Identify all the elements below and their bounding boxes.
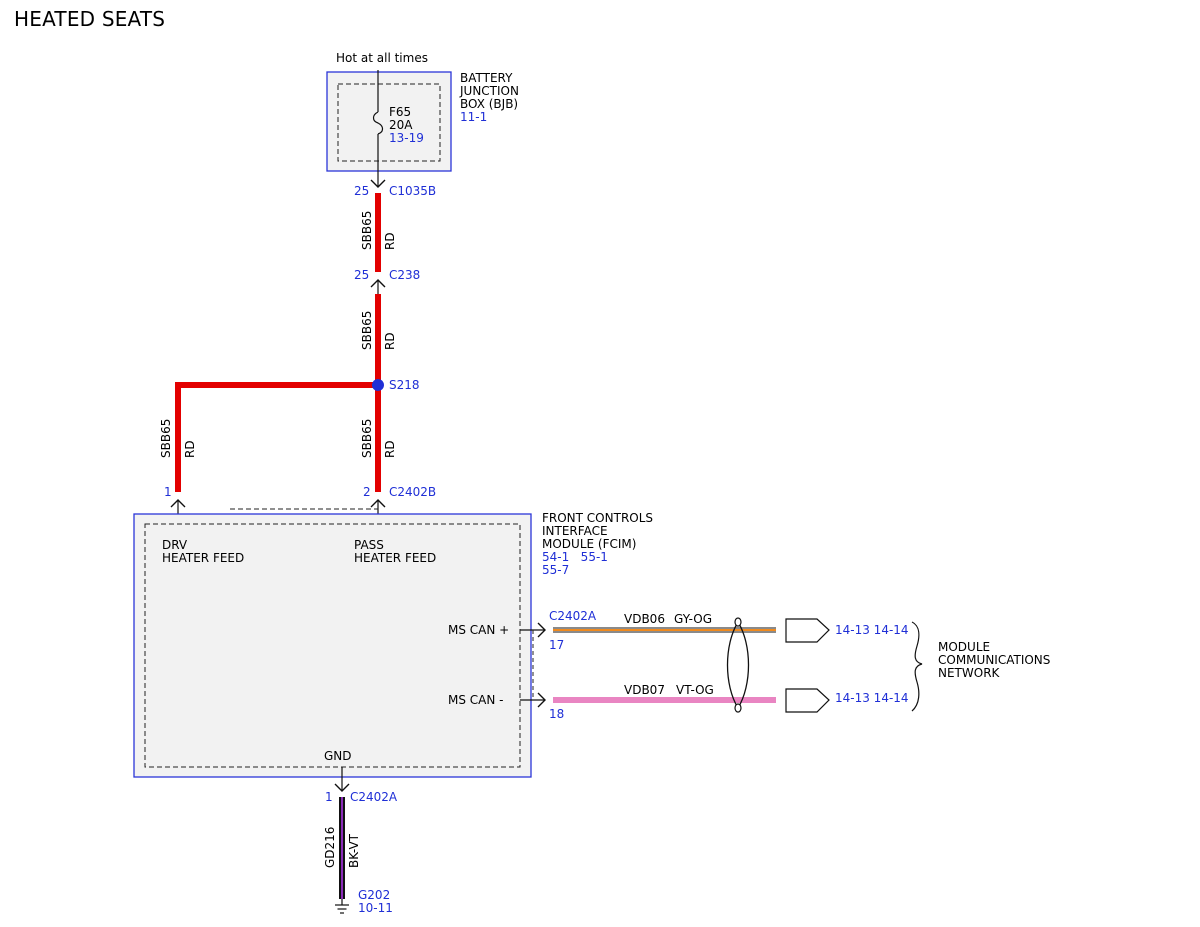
pass-wire-color-label: RD: [383, 440, 397, 458]
c2402b-pass-pin: 2: [363, 485, 371, 499]
drv-heater-feed-line-2: HEATER FEED: [162, 551, 245, 565]
twisted-pair-cap-bottom: [734, 703, 742, 713]
c2402a-gnd-id[interactable]: C2402A: [350, 791, 397, 804]
vdb07-color-label: VT-OG: [676, 683, 714, 697]
splice-s218-label[interactable]: S218: [389, 379, 420, 392]
twisted-pair-cap-top: [734, 617, 742, 627]
page-title: HEATED SEATS: [14, 7, 166, 31]
c238-id[interactable]: C238: [389, 269, 420, 282]
wire-2-color-label: RD: [383, 332, 397, 350]
pass-heater-feed-line-2: HEATER FEED: [354, 551, 437, 565]
heated-seats-wiring-diagram: { "title": "HEATED SEATS", "power_note":…: [0, 0, 1200, 927]
ground-g202-ref[interactable]: 10-11: [358, 902, 393, 915]
can-minus-pin: 18: [549, 707, 565, 721]
c2402a-can-id[interactable]: C2402A: [549, 610, 596, 623]
splice-s218-dot: [372, 379, 384, 391]
network-name-line-3: NETWORK: [938, 666, 1000, 680]
wire-1-circuit-label: SBB65: [360, 210, 374, 250]
fcim-refs-line-2[interactable]: 55-7: [542, 564, 569, 577]
gnd-label: GND: [324, 749, 352, 763]
ms-can-minus-label: MS CAN -: [448, 693, 504, 707]
wire-sbb65-drv-branch: [175, 382, 378, 492]
c2402b-id[interactable]: C2402B: [389, 486, 436, 499]
wire-1-color-label: RD: [383, 232, 397, 250]
vdb06-circuit-label: VDB06: [624, 612, 665, 626]
vdb07-circuit-label: VDB07: [624, 683, 665, 697]
vdb06-color-label: GY-OG: [674, 612, 713, 626]
drv-wire-circuit-label: SBB65: [159, 418, 173, 458]
wire-2-circuit-label: SBB65: [360, 310, 374, 350]
gd216-circuit-label: GD216: [323, 826, 337, 868]
can-plus-network-refs[interactable]: 14-13 14-14: [835, 624, 909, 637]
power-note: Hot at all times: [336, 51, 428, 65]
drv-wire-color-label: RD: [183, 440, 197, 458]
wiring-schematic: [133, 70, 923, 914]
twisted-pair-symbol: [726, 621, 750, 709]
can-minus-network-refs[interactable]: 14-13 14-14: [835, 692, 909, 705]
pass-wire-circuit-label: SBB65: [360, 418, 374, 458]
c1035b-pin: 25: [354, 184, 370, 198]
bjb-ref[interactable]: 11-1: [460, 111, 487, 124]
c238-pin: 25: [354, 268, 370, 282]
c2402b-drv-pin: 1: [164, 485, 172, 499]
network-brace: [911, 621, 923, 712]
c1035b-id[interactable]: C1035B: [389, 185, 436, 198]
gd216-color-label: BK-VT: [347, 833, 361, 868]
can-plus-pin: 17: [549, 638, 565, 652]
can-plus-offpage-arrow: [785, 618, 830, 643]
fuse-ref[interactable]: 13-19: [389, 132, 424, 145]
ms-can-plus-label: MS CAN +: [448, 623, 510, 637]
can-minus-offpage-arrow: [785, 688, 830, 713]
c2402a-gnd-pin: 1: [325, 790, 333, 804]
